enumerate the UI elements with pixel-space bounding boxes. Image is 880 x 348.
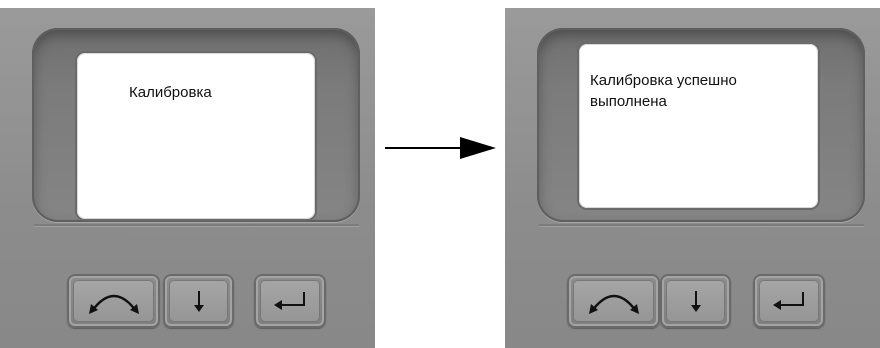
cycle-arrow-icon [88, 294, 139, 314]
enter-arrow-icon [773, 292, 804, 310]
down-button[interactable] [163, 274, 234, 328]
down-arrow-icon [690, 291, 701, 312]
screen-message: Калибровка [129, 84, 212, 101]
device-panel-after: Калибровка успешно выполнена [505, 8, 880, 348]
screen-bezel: Калибровка [32, 28, 360, 222]
device-panel-before: Калибровка [0, 8, 375, 348]
down-button[interactable] [660, 274, 731, 328]
enter-arrow-icon [274, 292, 305, 310]
cycle-button[interactable] [67, 274, 160, 328]
panel-divider [539, 224, 864, 226]
right-arrow-icon [385, 137, 496, 159]
enter-button[interactable] [254, 274, 326, 328]
down-arrow-icon [193, 291, 204, 312]
display-screen: Калибровка [77, 53, 315, 219]
screen-bezel: Калибровка успешно выполнена [537, 28, 865, 222]
screen-message: Калибровка успешно выполнена [590, 72, 737, 110]
enter-button[interactable] [753, 274, 825, 328]
cycle-button[interactable] [567, 274, 660, 328]
panel-divider [34, 224, 359, 226]
display-screen: Калибровка успешно выполнена [579, 44, 818, 208]
cycle-arrow-icon [588, 294, 639, 314]
